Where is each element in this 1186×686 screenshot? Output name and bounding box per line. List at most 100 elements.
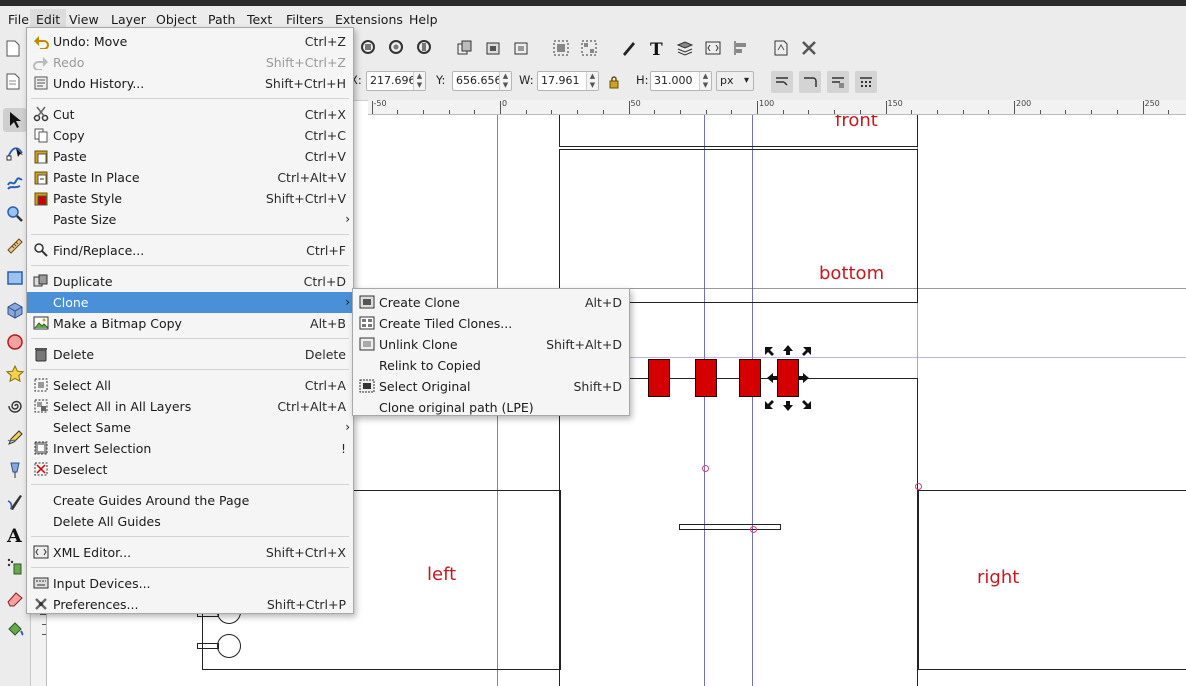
transform-patterns-icon[interactable] [855, 71, 877, 93]
chevron-right-icon: › [345, 212, 350, 226]
document-icon[interactable] [4, 72, 22, 90]
w-spinner-arrows[interactable]: ▲ ▼ [586, 72, 598, 90]
menu-item-deselect[interactable]: Deselect [27, 459, 353, 480]
node-tool-icon[interactable] [3, 140, 27, 164]
text-tool-icon[interactable]: A [3, 522, 27, 546]
h-spinner-arrows[interactable]: ▲ ▼ [699, 72, 711, 90]
y-spinner-arrows[interactable]: ▲ ▼ [499, 72, 511, 90]
x-spinner-arrows[interactable]: ▲ ▼ [413, 72, 425, 90]
eraser-tool-icon[interactable] [3, 586, 27, 610]
group-icon[interactable] [552, 39, 570, 57]
menu-item-copy[interactable]: Copy Ctrl+C [27, 125, 353, 146]
ruler-label: -50 [373, 100, 387, 108]
xml-editor-icon[interactable] [704, 39, 722, 57]
paint-bucket-tool-icon[interactable] [3, 618, 27, 642]
ruler-tick [500, 101, 501, 114]
pen-tool-icon[interactable] [3, 458, 27, 482]
3d-box-tool-icon[interactable] [3, 298, 27, 322]
menu-item-create-tiled-clones[interactable]: Create Tiled Clones... [353, 313, 629, 334]
menu-item-shortcut: Ctrl+F [306, 243, 346, 258]
menu-item-preferences[interactable]: Preferences... Shift+Ctrl+P [27, 594, 353, 615]
menu-separator [31, 369, 349, 370]
menu-item-invert-selection[interactable]: Invert Selection! [27, 438, 353, 459]
clone-icon[interactable] [484, 39, 502, 57]
red-rectangle[interactable] [739, 359, 761, 397]
menu-item-cut[interactable]: Cut Ctrl+X [27, 104, 353, 125]
menu-separator [31, 265, 349, 266]
menu-item-select-all-in-all-layers[interactable]: Select All in All Layers Ctrl+Alt+A [27, 396, 353, 417]
menu-help[interactable]: Help [403, 9, 444, 31]
menu-item-unlink-clone[interactable]: Unlink Clone Shift+Alt+D [353, 334, 629, 355]
scale-stroke-icon[interactable] [771, 71, 793, 93]
tweak-tool-icon[interactable] [3, 170, 27, 194]
transform-gradients-icon[interactable] [827, 71, 849, 93]
menu-item-undo-history[interactable]: Undo History... Shift+Ctrl+H [27, 73, 353, 94]
tab-shape[interactable] [197, 643, 219, 649]
slot-shape[interactable] [679, 524, 781, 530]
unlink-clone-icon[interactable] [512, 39, 530, 57]
fill-stroke-icon[interactable] [620, 39, 638, 57]
red-rectangle[interactable] [648, 359, 670, 397]
menu-item-find-replace[interactable]: Find/Replace... Ctrl+F [27, 240, 353, 261]
center-panel[interactable] [559, 378, 918, 686]
menu-item-create-clone[interactable]: Create Clone Alt+D [353, 292, 629, 313]
x-field[interactable]: 217.696 ▲ ▼ [366, 71, 426, 91]
menu-item-create-guides-around-the-page[interactable]: Create Guides Around the Page [27, 490, 353, 511]
ellipse-tool-icon[interactable] [3, 330, 27, 354]
preferences-icon[interactable] [800, 39, 818, 57]
menu-item-make-a-bitmap-copy[interactable]: Make a Bitmap Copy Alt+B [27, 313, 353, 334]
zoom-page-icon[interactable] [416, 39, 434, 57]
zoom-selection-icon[interactable] [360, 39, 378, 57]
red-rectangle[interactable] [695, 359, 717, 397]
menu-item-select-original[interactable]: Select Original Shift+D [353, 376, 629, 397]
h-field[interactable]: 31.000 ▲ ▼ [650, 71, 712, 91]
zoom-drawing-icon[interactable] [388, 39, 406, 57]
menu-item-paste[interactable]: Paste Ctrl+V [27, 146, 353, 167]
w-field[interactable]: 17.961 ▲ ▼ [537, 71, 599, 91]
y-field[interactable]: 656.656 ▲ ▼ [452, 71, 512, 91]
menu-item-delete-all-guides[interactable]: Delete All Guides [27, 511, 353, 532]
unit-select[interactable]: px ▾ [716, 71, 754, 91]
menu-item-clone-original-path-lpe[interactable]: Clone original path (LPE) [353, 397, 629, 418]
menu-item-clone[interactable]: Clone › [27, 292, 353, 313]
right-panel[interactable] [918, 490, 1186, 670]
menu-item-undo-move[interactable]: Undo: Move Ctrl+Z [27, 31, 353, 52]
star-tool-icon[interactable] [3, 362, 27, 386]
menu-item-input-devices[interactable]: Input Devices... [27, 573, 353, 594]
lock-icon[interactable] [605, 73, 623, 91]
menu-item-paste-size[interactable]: Paste Size › [27, 209, 353, 230]
calligraphy-tool-icon[interactable] [3, 490, 27, 514]
rectangle-tool-icon[interactable] [3, 266, 27, 290]
chevron-right-icon: › [345, 295, 350, 309]
pencil-tool-icon[interactable] [3, 426, 27, 450]
paste-in-place-icon [33, 169, 49, 185]
horizontal-ruler[interactable]: -100-50050100150200250300350400450500 [368, 100, 1186, 115]
align-distribute-icon[interactable] [732, 39, 750, 57]
layers-icon[interactable] [676, 39, 694, 57]
menu-item-relink-to-copied[interactable]: Relink to Copied [353, 355, 629, 376]
front-label: front [835, 115, 878, 131]
text-font-icon[interactable]: T [648, 39, 666, 57]
circle-shape[interactable] [217, 634, 241, 658]
new-document-icon[interactable] [4, 39, 22, 57]
document-properties-icon[interactable] [772, 39, 790, 57]
ruler-tick [448, 110, 450, 114]
spray-tool-icon[interactable] [3, 554, 27, 578]
ungroup-icon[interactable] [580, 39, 598, 57]
measure-tool-icon[interactable] [3, 234, 27, 258]
ruler-tick [1142, 101, 1144, 114]
menu-item-select-same[interactable]: Select Same › [27, 417, 353, 438]
menu-item-xml-editor[interactable]: XML Editor... Shift+Ctrl+X [27, 542, 353, 563]
menu-item-select-all[interactable]: Select All Ctrl+A [27, 375, 353, 396]
menu-item-paste-in-place[interactable]: Paste In Place Ctrl+Alt+V [27, 167, 353, 188]
scale-corners-icon[interactable] [799, 71, 821, 93]
spiral-tool-icon[interactable] [3, 394, 27, 418]
menu-item-duplicate[interactable]: Duplicate Ctrl+D [27, 271, 353, 292]
selection-handles[interactable] [761, 343, 815, 413]
menu-item-paste-style[interactable]: Paste Style Shift+Ctrl+V [27, 188, 353, 209]
selector-tool-icon[interactable] [3, 108, 27, 132]
menu-item-delete[interactable]: Delete Delete [27, 344, 353, 365]
duplicate-icon[interactable] [456, 39, 474, 57]
zoom-tool-icon[interactable] [3, 202, 27, 226]
ruler-label: 50 [630, 100, 641, 108]
